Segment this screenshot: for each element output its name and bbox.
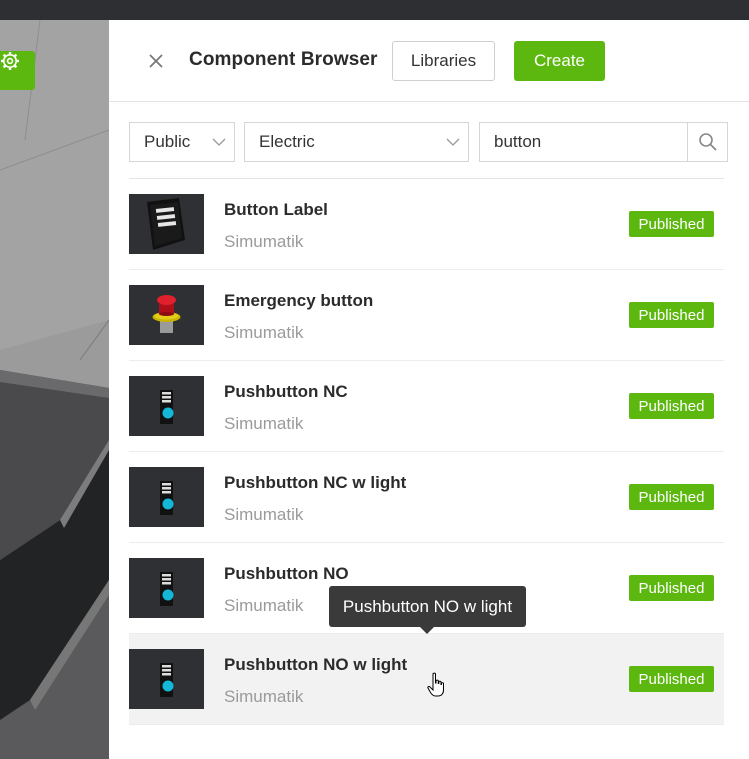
tooltip-arrow <box>420 627 434 634</box>
category-select-value: Electric <box>259 132 315 151</box>
status-badge: Published <box>629 484 714 510</box>
component-browser-panel: Component Browser Libraries Create Publi… <box>109 20 749 759</box>
pushbutton-thumbnail <box>129 558 204 618</box>
search-input[interactable] <box>480 123 688 161</box>
status-badge: Published <box>629 302 714 328</box>
status-badge: Published <box>629 393 714 419</box>
component-item[interactable]: Pushbutton NC Simumatik Published <box>129 361 724 452</box>
chevron-down-icon <box>204 138 234 146</box>
component-author: Simumatik <box>224 323 304 342</box>
settings-button[interactable] <box>0 51 35 90</box>
visibility-select-value: Public <box>144 132 191 151</box>
chevron-down-icon <box>438 138 468 146</box>
search-icon <box>698 133 717 151</box>
scene-background <box>0 20 109 759</box>
pushbutton-thumbnail <box>129 376 204 436</box>
component-name: Pushbutton NO w light <box>224 655 408 674</box>
component-name: Emergency button <box>224 291 374 310</box>
component-author: Simumatik <box>224 505 304 524</box>
component-name: Button Label <box>224 200 328 219</box>
search-button[interactable] <box>687 123 727 161</box>
panel-header: Component Browser Libraries Create <box>109 20 749 102</box>
button-label-thumbnail <box>129 194 204 254</box>
tooltip: Pushbutton NO w light <box>329 586 526 634</box>
component-item[interactable]: Emergency button Simumatik Published <box>129 270 724 361</box>
component-author: Simumatik <box>224 414 304 433</box>
component-author: Simumatik <box>224 596 304 615</box>
hand-cursor-icon <box>427 672 444 697</box>
tooltip-text: Pushbutton NO w light <box>342 596 513 616</box>
app-top-bar <box>0 0 749 20</box>
3d-viewport[interactable] <box>0 20 109 759</box>
component-item[interactable]: Button Label Simumatik Published <box>129 179 724 270</box>
status-badge: Published <box>629 211 714 237</box>
component-list: Button Label Simumatik Published Emergen… <box>129 179 724 725</box>
close-button[interactable] <box>145 50 167 72</box>
component-name: Pushbutton NC w light <box>224 473 407 492</box>
category-select[interactable]: Electric <box>244 122 469 162</box>
visibility-select[interactable]: Public <box>129 122 235 162</box>
pushbutton-thumbnail <box>129 467 204 527</box>
status-badge: Published <box>629 666 714 692</box>
component-author: Simumatik <box>224 687 304 706</box>
panel-title: Component Browser <box>189 49 378 70</box>
libraries-button[interactable]: Libraries <box>392 41 495 81</box>
pushbutton-thumbnail <box>129 649 204 709</box>
status-badge: Published <box>629 575 714 601</box>
component-name: Pushbutton NC <box>224 382 348 401</box>
emergency-button-thumbnail <box>129 285 204 345</box>
search-box <box>479 122 728 162</box>
component-name: Pushbutton NO <box>224 564 349 583</box>
gear-icon <box>1 52 19 70</box>
create-button[interactable]: Create <box>514 41 605 81</box>
component-author: Simumatik <box>224 232 304 251</box>
component-item[interactable]: Pushbutton NC w light Simumatik Publishe… <box>129 452 724 543</box>
close-icon <box>149 54 163 68</box>
